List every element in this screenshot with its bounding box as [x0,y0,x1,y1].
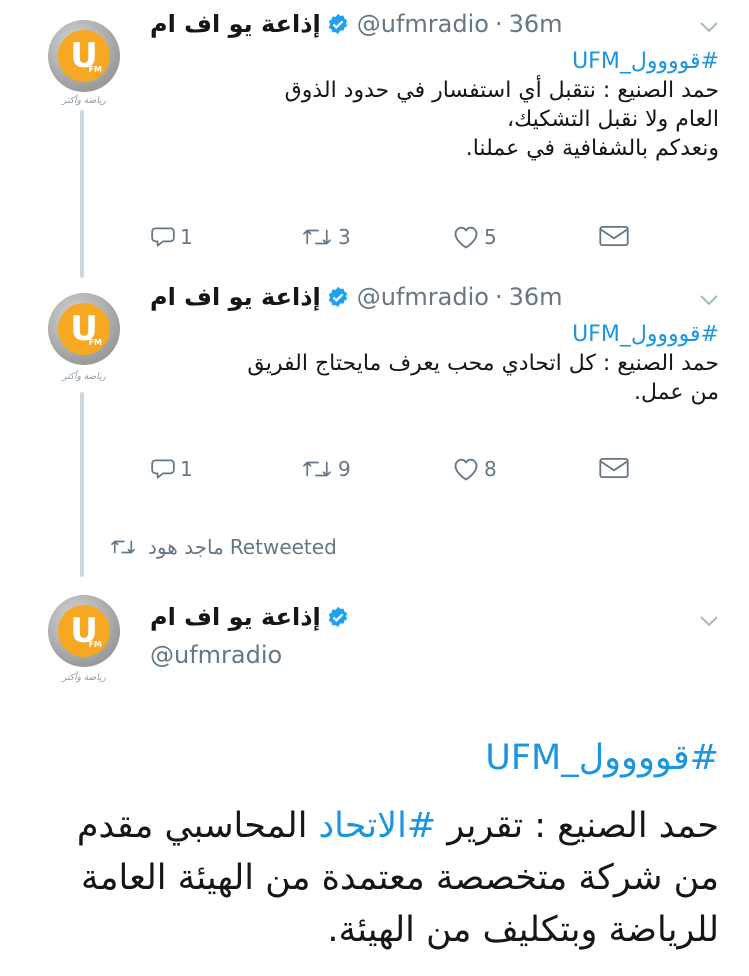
message-icon [599,225,629,247]
tweet-text: #قوووول_UFM حمد الصنيع : كل اتحادي محب ي… [150,320,719,407]
tweet-line: من شركة متخصصة معتمدة من الهيئة العامة [81,858,719,898]
verified-icon [327,13,349,35]
reply-count: 1 [180,457,193,481]
tweet-line: للرياضة وبتكليف من الهيئة. [327,910,719,950]
tweet-line: ونعدكم بالشفافية في عملنا. [465,136,719,161]
tweet-header-handle: @ufmradio [150,641,659,669]
account-name[interactable]: إذاعة يو اف ام [150,10,321,38]
chevron-down-icon[interactable] [699,614,719,628]
retweeted-label: Retweeted [229,535,337,559]
tweet-line: حمد الصنيع : كل اتحادي محب يعرف مايحتاج … [247,351,719,376]
account-handle[interactable]: @ufmradio [357,10,489,38]
verified-icon [327,286,349,308]
separator-dot: · [494,283,503,311]
reply-button[interactable]: 1 [150,456,193,482]
avatar-sub: FM [88,640,102,649]
hashtag-link[interactable]: #قوووول_UFM [150,320,719,349]
message-icon [599,457,629,479]
tweet-line: حمد الصنيع : تقرير #الاتحاد المحاسبي مقد… [30,800,719,852]
retweeted-indicator[interactable]: ماجد هود Retweeted [108,535,337,559]
tweet-text: #قوووول_UFM حمد الصنيع : نتقبل أي استفسا… [150,47,719,163]
reply-icon [151,227,175,247]
avatar-caption: رياضة وأكثر [62,673,106,683]
hashtag-link[interactable]: #قوووول_UFM [150,47,719,76]
avatar-sub: FM [88,65,102,74]
thread-line [80,110,84,278]
verified-icon [327,606,349,628]
tweet-actions: 1 9 8 [150,456,635,486]
chevron-down-icon[interactable] [699,293,719,307]
tweet-time[interactable]: 36m [509,10,563,38]
avatar[interactable]: U FM [48,293,120,365]
hashtag-link[interactable]: #قوووول_UFM [485,738,719,778]
retweet-button[interactable]: 3 [300,224,351,250]
message-button[interactable] [598,456,630,480]
retweet-icon [303,229,331,245]
account-handle[interactable]: @ufmradio [357,283,489,311]
like-button[interactable]: 8 [452,456,497,482]
reply-count: 1 [180,225,193,249]
avatar-sub: FM [88,338,102,347]
like-icon [454,226,478,249]
like-count: 8 [484,457,497,481]
retweet-icon [111,540,135,554]
account-handle[interactable]: @ufmradio [150,641,282,669]
hashtag-link[interactable]: #الاتحاد [319,806,437,846]
retweet-button[interactable]: 9 [300,456,351,482]
tweet-actions: 1 3 5 [150,224,635,254]
tweet-line: العام ولا نقبل التشكيك، [507,107,719,132]
like-button[interactable]: 5 [452,224,497,250]
tweet-header: إذاعة يو اف ام @ufmradio · 36m [150,283,659,311]
like-icon [454,458,478,481]
tweet-text: حمد الصنيع : تقرير #الاتحاد المحاسبي مقد… [30,800,719,956]
thread-line [80,392,84,577]
avatar-caption: رياضة وأكثر [62,96,106,106]
message-button[interactable] [598,224,630,248]
account-name[interactable]: إذاعة يو اف ام [150,283,321,311]
account-name[interactable]: إذاعة يو اف ام [150,603,321,631]
retweeted-by-name[interactable]: ماجد هود [148,535,224,559]
tweet-header: إذاعة يو اف ام [150,603,659,631]
avatar[interactable]: U FM [48,20,120,92]
separator-dot: · [494,10,503,38]
avatar-caption: رياضة وأكثر [62,372,106,382]
retweet-icon [303,461,331,477]
avatar[interactable]: U FM [48,595,120,667]
tweet-line: حمد الصنيع : نتقبل أي استفسار في حدود ال… [284,78,719,103]
retweet-count: 3 [338,225,351,249]
tweet-line: من عمل. [633,380,719,405]
tweet-header: إذاعة يو اف ام @ufmradio · 36m [150,10,659,38]
reply-icon [151,459,175,479]
reply-button[interactable]: 1 [150,224,193,250]
like-count: 5 [484,225,497,249]
chevron-down-icon[interactable] [699,20,719,34]
retweet-count: 9 [338,457,351,481]
tweet-text-part: المحاسبي مقدم [76,806,319,846]
tweet-time[interactable]: 36m [509,283,563,311]
tweet-text-part: حمد الصنيع : تقرير [436,806,719,846]
